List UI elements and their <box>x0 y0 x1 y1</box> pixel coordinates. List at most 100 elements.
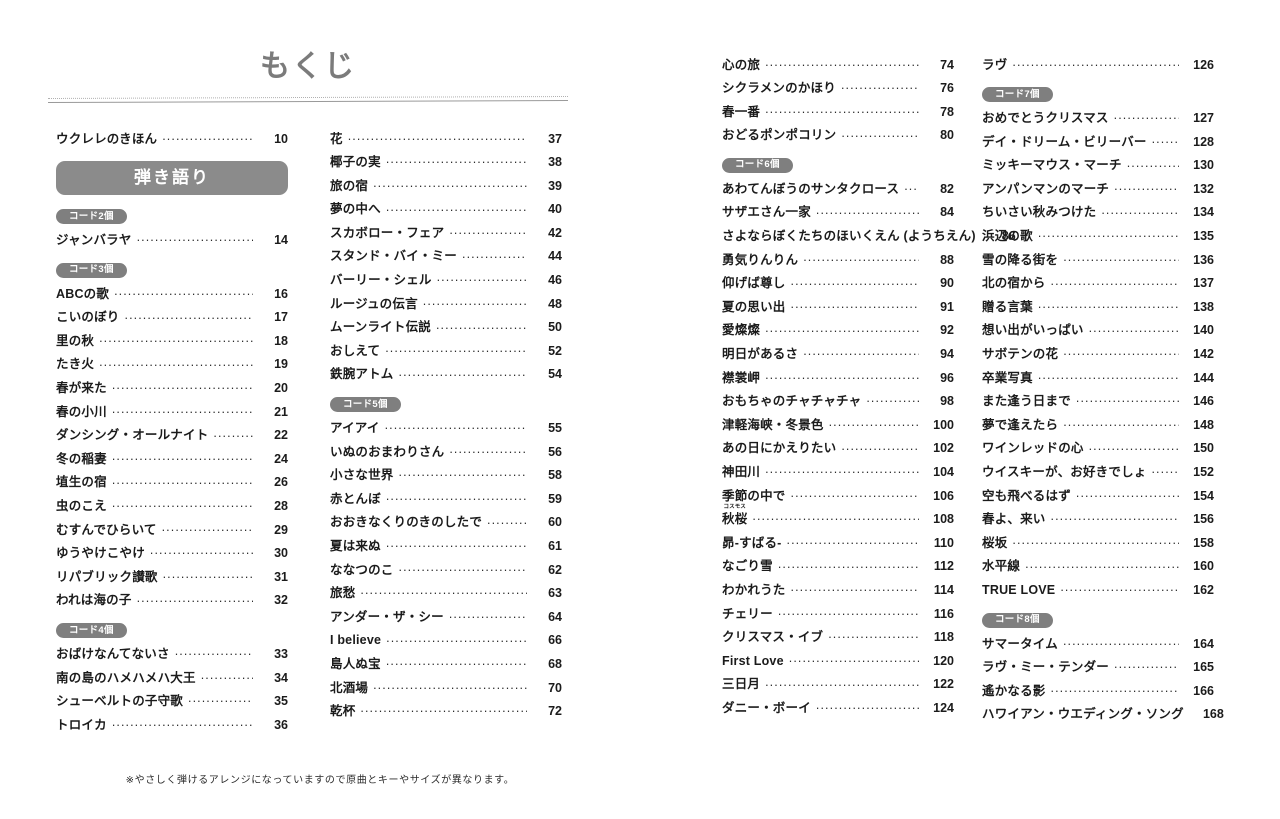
toc-entry[interactable]: ラヴ 126 <box>982 56 1214 80</box>
toc-entry[interactable]: ムーンライト伝説 50 <box>330 319 562 343</box>
toc-entry[interactable]: 浜辺の歌 135 <box>982 228 1214 252</box>
toc-entry[interactable]: ちいさい秋みつけた 134 <box>982 204 1214 228</box>
toc-entry[interactable]: 旅愁 63 <box>330 585 562 609</box>
toc-entry[interactable]: おおきなくりのきのしたで 60 <box>330 514 562 538</box>
toc-entry[interactable]: 夢で逢えたら 148 <box>982 416 1214 440</box>
toc-entry[interactable]: 椰子の実 38 <box>330 154 562 178</box>
toc-entry[interactable]: シューベルトの子守歌 35 <box>56 693 288 717</box>
toc-entry[interactable]: 津軽海峡・冬景色 100 <box>722 416 954 440</box>
toc-entry[interactable]: TRUE LOVE 162 <box>982 581 1214 605</box>
toc-entry[interactable]: 春の小川 21 <box>56 403 288 427</box>
toc-entry[interactable]: バーリー・シェル 46 <box>330 272 562 296</box>
toc-entry[interactable]: 雪の降る街を 136 <box>982 251 1214 275</box>
toc-entry[interactable]: 季節の中で 106 <box>722 487 954 511</box>
toc-entry[interactable]: I believe 66 <box>330 632 562 656</box>
toc-entry[interactable]: 里の秋 18 <box>56 332 288 356</box>
toc-entry[interactable]: むすんでひらいて 29 <box>56 521 288 545</box>
toc-entry[interactable]: 明日があるさ 94 <box>722 346 954 370</box>
toc-entry[interactable]: おもちゃのチャチャチャ 98 <box>722 393 954 417</box>
toc-entry[interactable]: ミッキーマウス・マーチ 130 <box>982 157 1214 181</box>
toc-entry[interactable]: さよならぼくたちのほいくえん (ようちえん) 86 <box>722 228 1016 252</box>
toc-entry[interactable]: たき火 19 <box>56 356 288 380</box>
toc-entry[interactable]: ダンシング・オールナイト 22 <box>56 427 288 451</box>
toc-entry[interactable]: 勇気りんりん 88 <box>722 251 954 275</box>
toc-entry[interactable]: いぬのおまわりさん 56 <box>330 443 562 467</box>
toc-entry[interactable]: 島人ぬ宝 68 <box>330 655 562 679</box>
toc-entry[interactable]: 襟裳岬 96 <box>722 369 954 393</box>
toc-entry[interactable]: 桜坂 158 <box>982 534 1214 558</box>
toc-entry[interactable]: なごり雪 112 <box>722 558 954 582</box>
toc-entry[interactable]: あの日にかえりたい 102 <box>722 440 954 464</box>
toc-entry[interactable]: おめでとうクリスマス 127 <box>982 110 1214 134</box>
toc-entry[interactable]: 遙かなる影 166 <box>982 682 1214 706</box>
toc-entry[interactable]: おばけなんてないさ 33 <box>56 646 288 670</box>
toc-entry[interactable]: また逢う日まで 146 <box>982 393 1214 417</box>
toc-entry[interactable]: ゆうやけこやけ 30 <box>56 545 288 569</box>
toc-entry[interactable]: 春が来た 20 <box>56 380 288 404</box>
toc-entry[interactable]: スタンド・バイ・ミー 44 <box>330 248 562 272</box>
toc-entry[interactable]: 夏は来ぬ 61 <box>330 538 562 562</box>
toc-entry[interactable]: おどるポンポコリン 80 <box>722 127 954 151</box>
toc-entry[interactable]: 虫のこえ 28 <box>56 498 288 522</box>
toc-entry[interactable]: サザエさん一家 84 <box>722 204 954 228</box>
toc-entry[interactable]: チェリー 116 <box>722 605 954 629</box>
toc-entry[interactable]: デイ・ドリーム・ビリーバー 128 <box>982 133 1214 157</box>
toc-entry[interactable]: アンパンマンのマーチ 132 <box>982 180 1214 204</box>
toc-entry[interactable]: 神田川 104 <box>722 464 954 488</box>
toc-entry[interactable]: クリスマス・イブ 118 <box>722 629 954 653</box>
toc-entry[interactable]: 春一番 78 <box>722 103 954 127</box>
toc-entry[interactable]: 花 37 <box>330 130 562 154</box>
toc-entry[interactable]: あわてんぼうのサンタクロース 82 <box>722 180 954 204</box>
toc-entry[interactable]: ジャンバラヤ 14 <box>56 232 288 256</box>
toc-entry[interactable]: ABCの歌 16 <box>56 285 288 309</box>
toc-entry[interactable]: 心の旅 74 <box>722 56 954 80</box>
toc-entry[interactable]: 春よ、来い 156 <box>982 511 1214 535</box>
toc-entry[interactable]: 夢の中へ 40 <box>330 201 562 225</box>
toc-entry[interactable]: 想い出がいっぱい 140 <box>982 322 1214 346</box>
toc-entry[interactable]: スカボロー・フェア 42 <box>330 224 562 248</box>
toc-entry[interactable]: リパブリック讃歌 31 <box>56 568 288 592</box>
toc-entry[interactable]: ワインレッドの心 150 <box>982 440 1214 464</box>
toc-entry[interactable]: First Love 120 <box>722 652 954 676</box>
toc-entry[interactable]: 空も飛べるはず 154 <box>982 487 1214 511</box>
toc-entry[interactable]: 鉄腕アトム 54 <box>330 366 562 390</box>
toc-entry[interactable]: シクラメンのかほり 76 <box>722 80 954 104</box>
toc-entry-title: 赤とんぼ <box>330 491 381 506</box>
toc-entry[interactable]: トロイカ 36 <box>56 716 288 740</box>
toc-entry[interactable]: 北の宿から 137 <box>982 275 1214 299</box>
toc-entry[interactable]: ウクレレのきほん 10 <box>56 130 288 154</box>
toc-entry[interactable]: 贈る言葉 138 <box>982 298 1214 322</box>
toc-entry[interactable]: ラヴ・ミー・テンダー 165 <box>982 659 1214 683</box>
dot-leader <box>112 403 253 416</box>
toc-entry[interactable]: 冬の稲妻 24 <box>56 450 288 474</box>
toc-entry[interactable]: 三日月 122 <box>722 676 954 700</box>
toc-entry[interactable]: 乾杯 72 <box>330 703 562 727</box>
toc-entry[interactable]: サボテンの花 142 <box>982 346 1214 370</box>
toc-entry[interactable]: 小さな世界 58 <box>330 467 562 491</box>
toc-entry[interactable]: コスモス秋桜 108 <box>722 504 954 535</box>
toc-entry[interactable]: 卒業写真 144 <box>982 369 1214 393</box>
toc-entry[interactable]: ななつのこ 62 <box>330 561 562 585</box>
toc-entry[interactable]: わかれうた 114 <box>722 581 954 605</box>
toc-entry[interactable]: 昴-すばる- 110 <box>722 534 954 558</box>
toc-entry[interactable]: ルージュの伝言 48 <box>330 295 562 319</box>
toc-entry[interactable]: 赤とんぼ 59 <box>330 490 562 514</box>
toc-entry[interactable]: こいのぼり 17 <box>56 309 288 333</box>
dot-leader <box>1114 659 1179 672</box>
toc-entry[interactable]: 愛燦燦 92 <box>722 322 954 346</box>
toc-entry[interactable]: ダニー・ボーイ 124 <box>722 699 954 723</box>
toc-entry[interactable]: 水平線 160 <box>982 558 1214 582</box>
toc-entry[interactable]: 南の島のハメハメハ大王 34 <box>56 669 288 693</box>
toc-entry[interactable]: サマータイム 164 <box>982 635 1214 659</box>
toc-entry[interactable]: われは海の子 32 <box>56 592 288 616</box>
toc-entry[interactable]: 夏の思い出 91 <box>722 298 954 322</box>
toc-entry[interactable]: ハワイアン・ウエディング・ソング 168 <box>982 706 1224 730</box>
toc-entry[interactable]: 北酒場 70 <box>330 679 562 703</box>
toc-entry[interactable]: アンダー・ザ・シー 64 <box>330 608 562 632</box>
toc-entry[interactable]: 仰げば尊し 90 <box>722 275 954 299</box>
toc-entry[interactable]: 旅の宿 39 <box>330 177 562 201</box>
toc-entry[interactable]: 埴生の宿 26 <box>56 474 288 498</box>
toc-entry[interactable]: ウイスキーが、お好きでしょ 152 <box>982 464 1214 488</box>
toc-entry[interactable]: アイアイ 55 <box>330 420 562 444</box>
toc-entry[interactable]: おしえて 52 <box>330 342 562 366</box>
